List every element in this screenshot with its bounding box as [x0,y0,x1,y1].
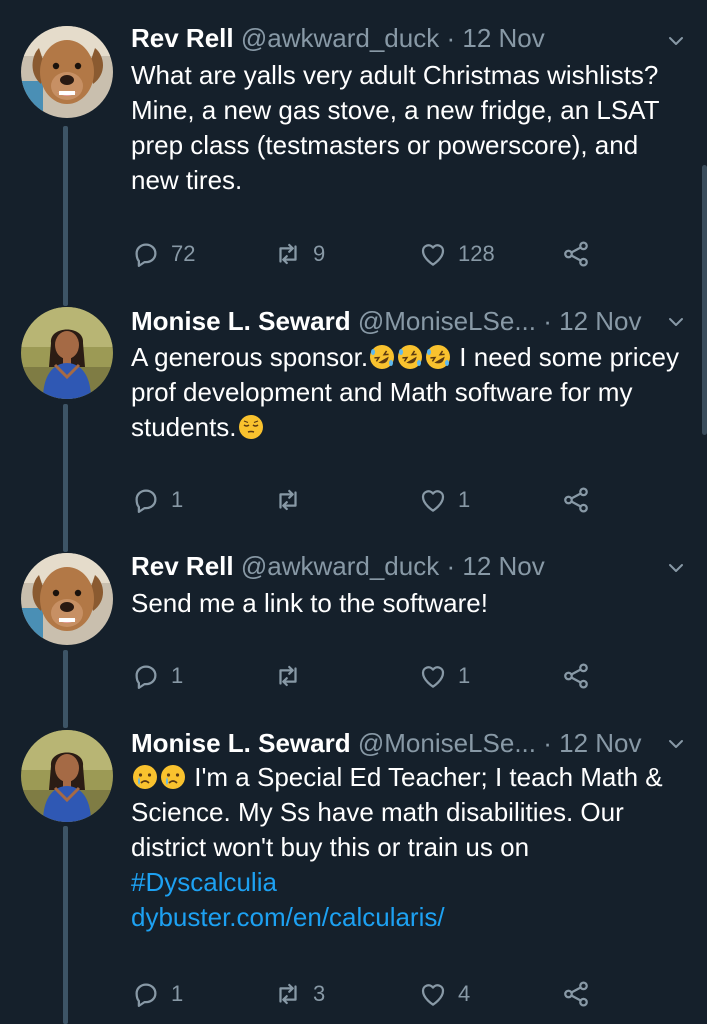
avatar[interactable] [21,553,113,645]
retweet-button[interactable] [273,483,313,517]
retweet-icon [273,661,303,691]
author-name[interactable]: Rev Rell [131,551,234,581]
share-icon [561,661,591,691]
heart-icon [418,239,448,269]
tweet-text: Send me a link to the software! [131,588,488,618]
avatar[interactable] [21,26,113,118]
reply-icon [131,239,161,269]
retweet-button[interactable] [273,659,313,693]
heart-icon [418,661,448,691]
retweet-button[interactable]: 3 [273,977,325,1011]
crying-face-emoji [132,764,158,790]
like-button[interactable]: 1 [418,659,470,693]
tweet-actions: 1 3 4 [131,977,601,1011]
tweet[interactable]: Monise L. Seward @MoniseLSe... · 12 Nov … [0,290,707,535]
reply-button[interactable]: 1 [131,977,183,1011]
author-name[interactable]: Monise L. Seward [131,728,351,758]
tweet-thread: Rev Rell @awkward_duck · 12 Nov What are… [0,0,707,1024]
chevron-down-icon[interactable] [664,556,688,580]
tweet-text-part: A generous sponsor. [131,342,369,372]
author-handle[interactable]: @MoniseLSe... [358,728,536,758]
retweet-icon [273,485,303,515]
like-button[interactable]: 128 [418,237,495,271]
tweet-date[interactable]: 12 Nov [462,551,544,581]
reply-icon [131,979,161,1009]
like-button[interactable]: 1 [418,483,470,517]
like-count: 1 [458,663,471,688]
tweet-actions: 1 1 [131,659,601,693]
author-name[interactable]: Monise L. Seward [131,306,351,336]
separator-dot: · [446,23,456,53]
share-icon [561,979,591,1009]
tweet-date[interactable]: 12 Nov [559,306,641,336]
tweet-header: Rev Rell @awkward_duck · 12 Nov [131,549,545,583]
retweet-button[interactable]: 9 [273,237,325,271]
scrollbar[interactable] [702,165,707,435]
url-link[interactable]: dybuster.com/en/calcularis/ [131,902,445,932]
tweet-actions: 1 1 [131,483,601,517]
tweet-actions: 72 9 128 [131,237,601,271]
separator-dot: · [543,306,552,336]
chevron-down-icon[interactable] [664,29,688,53]
tweet-text: I'm a Special Ed Teacher; I teach Math &… [131,760,691,935]
tweet-text: What are yalls very adult Christmas wish… [131,60,659,195]
separator-dot: · [446,551,456,581]
author-handle[interactable]: @awkward_duck [241,551,439,581]
reply-count: 1 [171,663,184,688]
share-button[interactable] [561,659,591,693]
chevron-down-icon[interactable] [664,310,688,334]
reply-icon [131,485,161,515]
reply-count: 72 [171,241,196,266]
reply-icon [131,661,161,691]
share-button[interactable] [561,483,591,517]
rolling-laughing-emoji [425,344,451,370]
like-count: 4 [458,981,471,1006]
heart-icon [418,979,448,1009]
crying-face-emoji [160,764,186,790]
share-icon [561,485,591,515]
separator-dot: · [543,728,552,758]
avatar[interactable] [21,730,113,822]
heart-icon [418,485,448,515]
tweet-text-part: I'm a Special Ed Teacher; I teach Math &… [131,762,663,862]
retweet-count: 3 [313,981,326,1006]
like-count: 1 [458,487,471,512]
reply-count: 1 [171,487,184,512]
tweet[interactable]: Rev Rell @awkward_duck · 12 Nov Send me … [0,535,707,710]
reply-button[interactable]: 72 [131,237,195,271]
chevron-down-icon[interactable] [664,732,688,756]
tweet-date[interactable]: 12 Nov [462,23,544,53]
tweet-date[interactable]: 12 Nov [559,728,641,758]
relieved-face-emoji [238,414,264,440]
tweet[interactable]: Rev Rell @awkward_duck · 12 Nov What are… [0,0,707,290]
like-button[interactable]: 4 [418,977,470,1011]
avatar[interactable] [21,307,113,399]
share-icon [561,239,591,269]
retweet-icon [273,979,303,1009]
like-count: 128 [458,241,495,266]
retweet-icon [273,239,303,269]
reply-button[interactable]: 1 [131,659,183,693]
reply-button[interactable]: 1 [131,483,183,517]
author-handle[interactable]: @awkward_duck [241,23,439,53]
share-button[interactable] [561,977,591,1011]
rolling-laughing-emoji [369,344,395,370]
tweet[interactable]: Monise L. Seward @MoniseLSe... · 12 Nov … [0,710,707,1024]
author-name[interactable]: Rev Rell [131,23,234,53]
hashtag-link[interactable]: #Dyscalculia [131,867,277,897]
tweet-header: Monise L. Seward @MoniseLSe... · 12 Nov [131,726,642,760]
reply-count: 1 [171,981,184,1006]
share-button[interactable] [561,237,591,271]
author-handle[interactable]: @MoniseLSe... [358,306,536,336]
tweet-header: Monise L. Seward @MoniseLSe... · 12 Nov [131,304,642,338]
rolling-laughing-emoji [397,344,423,370]
tweet-header: Rev Rell @awkward_duck · 12 Nov [131,21,545,55]
tweet-text: A generous sponsor. I need some pricey p… [131,340,691,445]
retweet-count: 9 [313,241,326,266]
